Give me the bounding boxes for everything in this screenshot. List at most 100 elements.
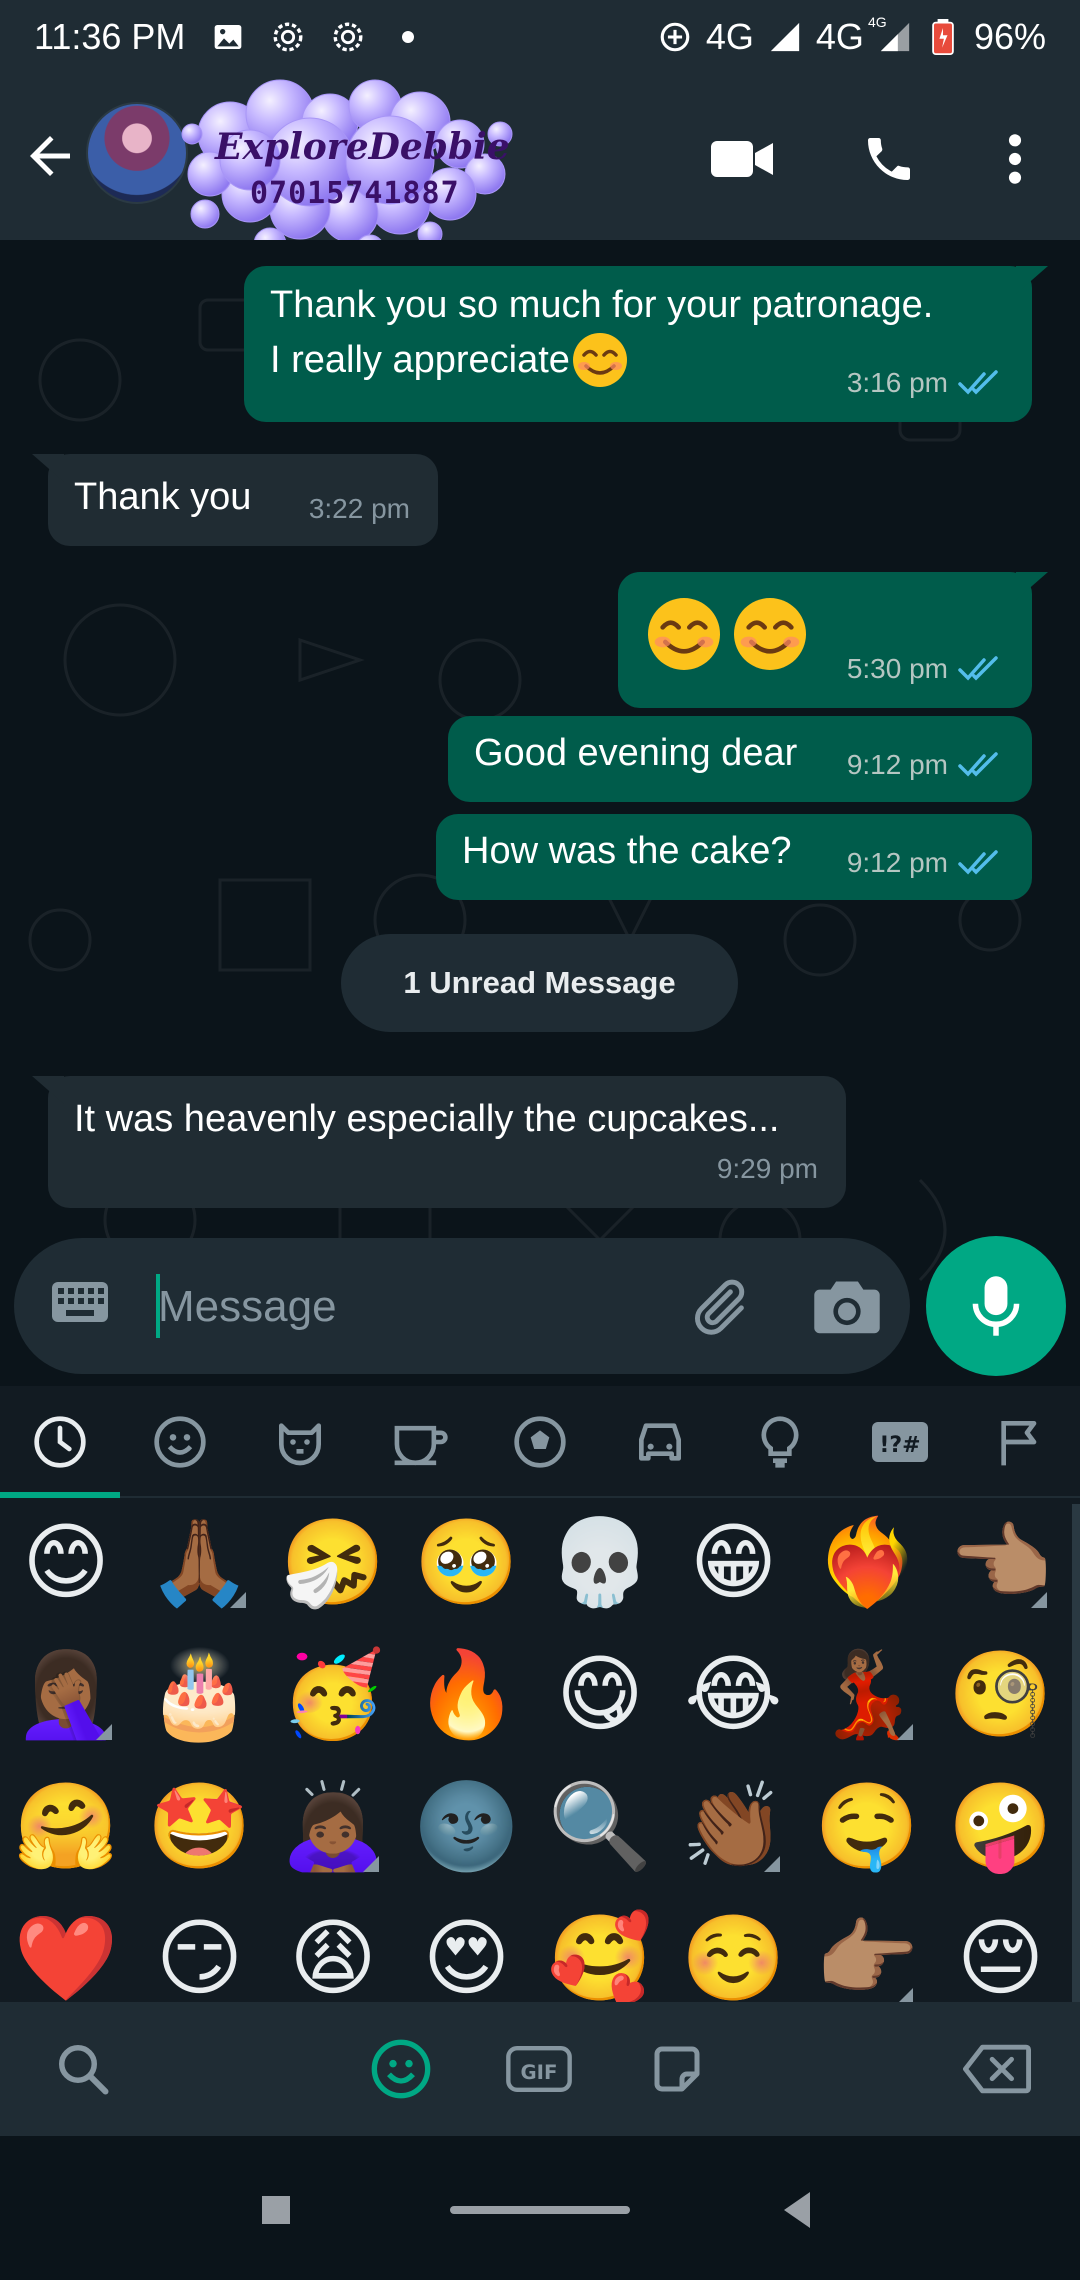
backspace-icon[interactable] (962, 2034, 1032, 2104)
settings-sync-icon-2 (331, 20, 365, 54)
sticker-tab-icon[interactable] (642, 2034, 712, 2104)
network-label-2: 4G (815, 16, 864, 57)
emoji-cell[interactable]: 🤪 (948, 1776, 1053, 1876)
emoji-scrollbar[interactable] (1072, 1504, 1080, 2002)
emoji-cell[interactable]: 👉🏽 (815, 1908, 919, 2002)
emoji-cell[interactable]: 💃🏾 (815, 1644, 920, 1744)
emoji-cell[interactable]: ❤️ (13, 1908, 119, 2002)
emoji-cell[interactable]: 🤦🏾‍♀️ (14, 1644, 119, 1744)
emoji-cell[interactable]: 👏🏾 (681, 1776, 786, 1876)
emoji-cell[interactable]: 😍 (417, 1908, 517, 2002)
emoji-cell[interactable]: 😩 (283, 1908, 383, 2002)
emoji-cell[interactable]: 😁 (684, 1512, 784, 1612)
skin-tone-variant-indicator (229, 1592, 246, 1608)
skin-tone-variant-indicator (897, 1724, 913, 1740)
home-button[interactable] (450, 2206, 630, 2214)
emoji-cell[interactable]: 🎂 (147, 1644, 252, 1744)
video-call-icon[interactable] (708, 124, 778, 194)
emoji-cell[interactable]: 😔 (951, 1908, 1051, 2002)
message-meta: 9:29 pm (717, 1140, 818, 1198)
emoji-cell[interactable]: 🤗 (14, 1776, 119, 1876)
message-time: 9:12 pm (846, 749, 948, 780)
emoji-glyph: 😍 (422, 1911, 511, 2002)
emoji-cell[interactable]: 😏 (150, 1908, 250, 2002)
emoji-glyph: 🥳 (280, 1647, 386, 1741)
flags-icon[interactable] (988, 1410, 1052, 1474)
keyboard-icon[interactable] (50, 1280, 110, 1332)
symbols-icon[interactable]: !?# (868, 1410, 932, 1474)
message-bubble-outgoing[interactable]: How was the cake? 9:12 pm (436, 814, 1032, 900)
network-label-1: 4G (705, 16, 754, 57)
emoji-cell[interactable]: 🙏🏾 (147, 1512, 252, 1612)
emoji-tab-icon[interactable] (366, 2034, 436, 2104)
read-ticks-icon (958, 850, 998, 875)
message-time: 5:30 pm (846, 653, 948, 684)
recent-icon[interactable] (28, 1410, 92, 1474)
skin-tone-variant-indicator (763, 1856, 780, 1872)
emoji-cell[interactable]: 🌚 (414, 1776, 519, 1876)
message-text-line: Thank you so much for your patronage. (270, 284, 934, 326)
message-bubble-outgoing[interactable]: Good evening dear 9:12 pm (448, 716, 1032, 802)
emoji-glyph: 😊 (22, 1515, 110, 1609)
message-bubble-outgoing[interactable]: Thank you so much for your patronage. I … (244, 266, 1048, 422)
emoji-cell[interactable]: 🥹 (414, 1512, 519, 1612)
animals-icon[interactable] (268, 1410, 332, 1474)
message-time: 3:22 pm (308, 493, 410, 524)
smiling-face-emoji-icon (734, 598, 806, 670)
emoji-glyph: ❤️ (13, 1911, 119, 2002)
message-meta: 9:12 pm (847, 736, 1004, 794)
notification-dot-icon (391, 20, 425, 54)
settings-sync-icon (271, 20, 305, 54)
emoji-cell[interactable]: ❤️‍🔥 (815, 1512, 920, 1612)
emoji-cell[interactable]: 😋 (550, 1644, 650, 1744)
emoji-glyph: 🥰 (547, 1911, 653, 2002)
smileys-icon[interactable] (148, 1410, 212, 1474)
emoji-cell[interactable]: 🧐 (948, 1644, 1053, 1744)
emoji-cell[interactable]: 😂 (684, 1644, 784, 1744)
objects-icon[interactable] (748, 1410, 812, 1474)
back-button[interactable] (784, 2192, 810, 2228)
message-input[interactable] (158, 1272, 658, 1342)
contact-name[interactable]: ExploreDebbie (215, 126, 510, 168)
emoji-cell[interactable]: 🤩 (147, 1776, 252, 1876)
camera-icon[interactable] (814, 1276, 880, 1336)
activity-icon[interactable] (508, 1410, 572, 1474)
more-options-icon[interactable] (980, 124, 1050, 194)
chat-area[interactable]: Thank you so much for your patronage. I … (0, 240, 1080, 1388)
network-label-2-sup: 4G (867, 14, 887, 30)
emoji-glyph: 🥹 (414, 1515, 519, 1609)
emoji-glyph: 🧐 (948, 1647, 1053, 1741)
gallery-icon (211, 20, 245, 54)
emoji-glyph: 😩 (289, 1911, 377, 2002)
emoji-cell[interactable]: 🤤 (815, 1776, 920, 1876)
emoji-cell[interactable]: 🥳 (280, 1644, 386, 1744)
emoji-glyph: 😋 (556, 1647, 644, 1741)
recents-button[interactable] (262, 2196, 290, 2224)
gif-tab-icon[interactable]: GIF (504, 2034, 574, 2104)
emoji-glyph: 😁 (689, 1515, 778, 1609)
emoji-glyph: 🤧 (280, 1515, 386, 1609)
contact-phone[interactable]: 07015741887 (250, 176, 460, 211)
message-bubble-incoming[interactable]: Thank you 3:22 pm (32, 454, 438, 546)
message-bubble-incoming[interactable]: It was heavenly especially the cupcakes.… (32, 1076, 846, 1208)
emoji-search-icon[interactable] (48, 2034, 118, 2104)
food-icon[interactable] (388, 1410, 452, 1474)
message-bubble-outgoing[interactable]: 5:30 pm (618, 572, 1048, 708)
emoji-cell[interactable]: 🔥 (414, 1644, 519, 1744)
emoji-cell[interactable]: 🔍 (548, 1776, 653, 1876)
skin-tone-variant-indicator (363, 1856, 379, 1872)
read-ticks-icon (958, 656, 998, 681)
voice-message-button[interactable] (926, 1236, 1066, 1376)
emoji-cell[interactable]: 👈🏽 (948, 1512, 1053, 1612)
attach-icon[interactable] (682, 1274, 754, 1340)
emoji-cell[interactable]: 🙇🏾‍♀️ (281, 1776, 386, 1876)
emoji-cell[interactable]: 😊 (16, 1512, 116, 1612)
emoji-cell[interactable]: 💀 (548, 1512, 653, 1612)
emoji-cell[interactable]: 🤧 (280, 1512, 386, 1612)
emoji-cell[interactable]: 🥰 (547, 1908, 653, 2002)
emoji-cell[interactable]: ☺️ (681, 1908, 786, 2002)
travel-icon[interactable] (628, 1410, 692, 1474)
emoji-keyboard: !?# 😊 🙏🏾 🤧 🥹 💀 😁 ❤️‍🔥 👈🏽 🤦🏾‍♀️ 🎂 🥳 🔥 😋 😂 💃🏾 🧐 🤗 🤩 🙇🏾‍♀️ 🌚 🔍 👏… (0, 1386, 1080, 2002)
voice-call-icon[interactable] (854, 124, 924, 194)
back-arrow-icon[interactable] (20, 126, 80, 186)
